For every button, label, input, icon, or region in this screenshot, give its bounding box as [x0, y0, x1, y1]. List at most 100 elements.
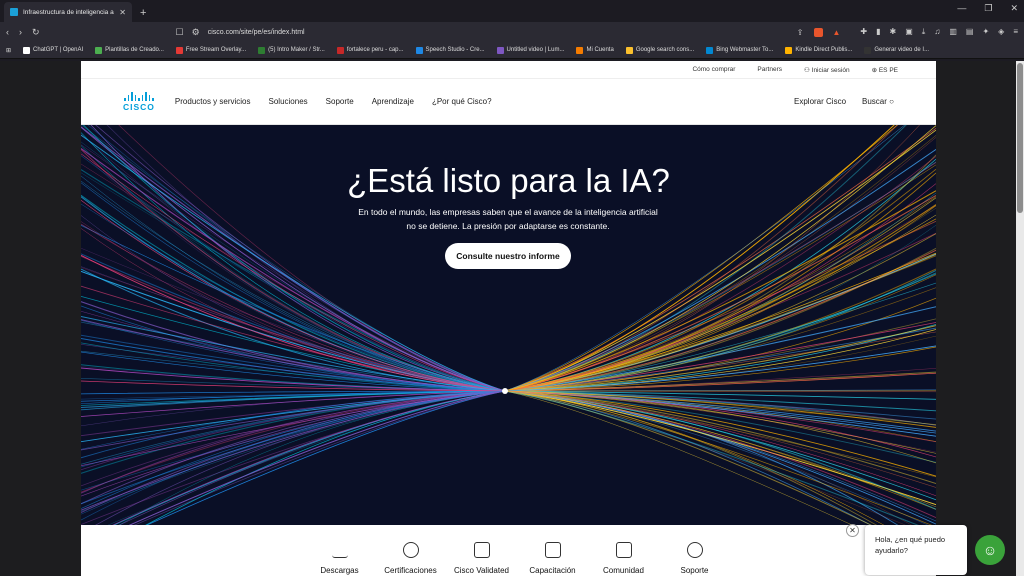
close-window-icon[interactable]: ✕ — [1010, 3, 1018, 14]
quick-link-3[interactable]: Capacitación — [517, 542, 588, 575]
cisco-logo[interactable]: CISCO — [123, 91, 155, 112]
locale-link[interactable]: ⊕ ES PE — [872, 66, 898, 74]
quick-link-5[interactable]: Soporte — [659, 542, 730, 575]
bookmark-item[interactable]: fortalece peru - cap... — [336, 46, 404, 54]
quick-link-4[interactable]: Comunidad — [588, 542, 659, 575]
maximize-icon[interactable]: ❐ — [984, 3, 992, 14]
bookmark-item[interactable]: Free Stream Overlay... — [175, 46, 247, 54]
bookmark-item[interactable]: Mi Cuenta — [576, 46, 614, 54]
bookmark-favicon-icon — [706, 46, 714, 54]
new-tab-icon[interactable]: + — [140, 7, 146, 19]
nav-solutions[interactable]: Soluciones — [269, 97, 308, 106]
bookmark-item[interactable]: Speech Studio - Cre... — [415, 46, 485, 54]
chat-bubble[interactable]: Hola, ¿en qué puedo ayudarlo? — [865, 525, 967, 575]
search-icon: ○ — [889, 97, 894, 106]
bookmark-item[interactable]: Bing Webmaster To... — [706, 46, 773, 54]
toolbar: ‹ › ↻ ☐ ⚙ cisco.com/site/pe/es/index.htm… — [0, 22, 1024, 42]
page-viewport: Cómo comprar Partners ⚇ Iniciar sesión ⊕… — [0, 61, 1024, 576]
quick-link-0[interactable]: Descargas — [304, 542, 375, 575]
chat-message: Hola, ¿en qué puedo ayudarlo? — [875, 535, 946, 555]
music-icon[interactable]: ♫ — [934, 27, 940, 37]
hero-banner: ¿Está listo para la IA? En todo el mundo… — [81, 125, 936, 525]
bookmark-label: (5) Intro Maker / Str... — [268, 47, 325, 53]
bookmark-item[interactable]: Google search cons... — [625, 46, 695, 54]
scrollbar-thumb[interactable] — [1017, 63, 1023, 213]
vpn-icon[interactable]: ◈ — [998, 27, 1004, 37]
nav-why-cisco[interactable]: ¿Por qué Cisco? — [432, 97, 492, 106]
nav-products[interactable]: Productos y servicios — [175, 97, 251, 106]
active-tab[interactable]: Infraestructura de inteligencia ar ✕ — [4, 2, 132, 22]
bookmark-item[interactable]: (5) Intro Maker / Str... — [258, 46, 325, 54]
partners-link[interactable]: Partners — [757, 66, 782, 73]
bookmark-item[interactable]: Plantillas de Creado... — [95, 46, 164, 54]
quick-link-label: Cisco Validated — [454, 566, 509, 575]
wallet-icon[interactable]: ▤ — [966, 27, 974, 37]
nav-right: Explorar Cisco Buscar ○ — [794, 97, 894, 106]
main-nav: CISCO Productos y servicios Soluciones S… — [81, 79, 936, 125]
locale-label: ES PE — [878, 66, 898, 74]
bookmark-label: Mi Cuenta — [586, 47, 614, 53]
validated-icon — [473, 542, 490, 558]
explore-cisco-link[interactable]: Explorar Cisco — [794, 97, 846, 106]
share-icon[interactable]: ⇪ — [797, 28, 804, 37]
site-info-icon[interactable]: ⚙ — [192, 27, 200, 38]
logo-wordmark: CISCO — [123, 101, 155, 112]
bookmark-favicon-icon — [175, 46, 183, 54]
sidebar-icon[interactable]: ▥ — [949, 27, 957, 37]
bookmark-label: Plantillas de Creado... — [105, 47, 164, 53]
page-scrollbar[interactable] — [1016, 61, 1024, 576]
forward-icon[interactable]: › — [19, 27, 22, 37]
stats-icon[interactable]: ▮ — [876, 27, 880, 37]
bookmark-item[interactable]: Kindle Direct Publis... — [785, 46, 852, 54]
quick-link-2[interactable]: Cisco Validated — [446, 542, 517, 575]
chat-bot-icon[interactable]: ☺ — [975, 535, 1005, 565]
menu-icon[interactable]: ≡ — [1013, 27, 1018, 37]
globe-icon: ⊕ — [871, 66, 879, 74]
screenshot-icon[interactable]: ▣ — [905, 27, 913, 37]
bookmark-item[interactable]: Untitled video | Lum... — [496, 46, 564, 54]
quick-link-label: Descargas — [320, 566, 359, 575]
utility-nav: Cómo comprar Partners ⚇ Iniciar sesión ⊕… — [81, 61, 936, 79]
chat-close-icon[interactable]: ✕ — [846, 524, 859, 537]
bookmark-item[interactable]: ChatGPT | OpenAI — [23, 46, 84, 54]
address-bar[interactable]: ☐ ⚙ cisco.com/site/pe/es/index.html — [170, 24, 787, 40]
nav-learning[interactable]: Aprendizaje — [372, 97, 414, 106]
minimize-icon[interactable]: — — [957, 3, 966, 14]
nav-links: Productos y servicios Soluciones Soporte… — [175, 97, 492, 106]
extensions-area: ✚ ▮ ✱ ▣ ⤓ ♫ ▥ ▤ ✦ ◈ ≡ — [860, 27, 1018, 37]
hero-title: ¿Está listo para la IA? — [347, 162, 670, 199]
bookmark-favicon-icon — [23, 46, 31, 54]
puzzle-icon[interactable]: ✱ — [890, 27, 897, 37]
bookmark-label: ChatGPT | OpenAI — [33, 47, 84, 53]
how-to-buy-link[interactable]: Cómo comprar — [692, 66, 735, 73]
light-ray — [81, 221, 506, 392]
download-icon — [331, 542, 348, 558]
bookmark-label: Google search cons... — [635, 47, 695, 53]
bookmark-favicon-icon — [576, 46, 584, 54]
rewards-icon[interactable]: ▲ — [833, 28, 841, 37]
bookmark-favicon-icon — [95, 46, 103, 54]
leo-icon[interactable]: ✦ — [982, 27, 989, 37]
extension-icon[interactable]: ✚ — [860, 27, 867, 37]
bookmark-favicon-icon — [496, 46, 504, 54]
cisco-site: Cómo comprar Partners ⚇ Iniciar sesión ⊕… — [81, 61, 936, 576]
url-text[interactable]: cisco.com/site/pe/es/index.html — [208, 29, 305, 36]
brave-shield-icon[interactable] — [813, 27, 823, 37]
download-icon[interactable]: ⤓ — [922, 27, 926, 37]
apps-icon[interactable]: ⊞ — [6, 47, 11, 54]
read-report-button[interactable]: Consulte nuestro informe — [445, 243, 571, 269]
training-icon — [544, 542, 561, 558]
bookmark-item[interactable]: Generar video de I... — [864, 46, 929, 54]
bookmark-page-icon[interactable]: ☐ — [176, 27, 184, 38]
quick-link-1[interactable]: Certificaciones — [375, 542, 446, 575]
close-tab-icon[interactable]: ✕ — [119, 8, 126, 17]
reload-icon[interactable]: ↻ — [32, 27, 40, 38]
light-ray — [81, 390, 506, 521]
nav-support[interactable]: Soporte — [326, 97, 354, 106]
bookmark-favicon-icon — [864, 46, 872, 54]
bookmark-label: Free Stream Overlay... — [185, 47, 247, 53]
quick-link-label: Certificaciones — [384, 566, 437, 575]
search-button[interactable]: Buscar ○ — [862, 97, 894, 106]
login-link[interactable]: ⚇ Iniciar sesión — [804, 66, 850, 74]
back-icon[interactable]: ‹ — [6, 27, 9, 37]
